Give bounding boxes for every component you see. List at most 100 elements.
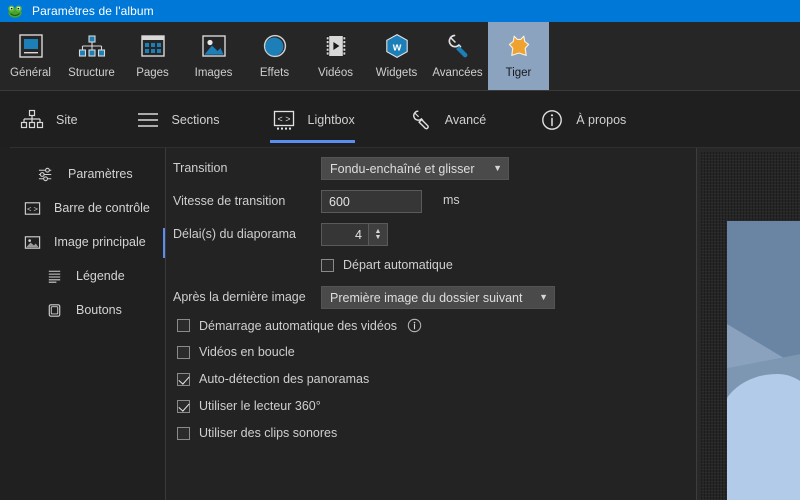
hamburger-icon — [134, 108, 162, 132]
sliders-icon — [33, 165, 59, 184]
ribbon-label: Général — [10, 67, 51, 79]
slideshow-delay-value: 4 — [355, 227, 362, 242]
preview-image — [727, 221, 800, 500]
sound-clips-label: Utiliser des clips sonores — [199, 426, 338, 440]
ribbon-item-tiger[interactable]: Tiger — [488, 22, 549, 90]
after-last-image-value: Première image du dossier suivant — [330, 290, 523, 305]
ribbon-item-images[interactable]: Images — [183, 22, 244, 90]
ribbon-label: Vidéos — [318, 67, 353, 79]
tab-sections[interactable]: Sections — [134, 91, 234, 148]
preview-canvas — [701, 152, 800, 500]
ribbon-label: Pages — [136, 67, 169, 79]
tab-avance[interactable]: Avancé — [407, 91, 500, 148]
preview-foreground — [727, 374, 800, 500]
ribbon-item-structure[interactable]: Structure — [61, 22, 122, 90]
sidebar-item-parametres[interactable]: Paramètres — [0, 157, 165, 191]
transition-speed-unit: ms — [443, 193, 460, 207]
video-autostart-checkbox[interactable] — [177, 319, 190, 332]
album-settings-window: Paramètres de l'album Général Structure … — [0, 0, 800, 500]
svg-text:< >: < > — [277, 114, 290, 124]
tab-label: Site — [56, 112, 78, 127]
grid-icon — [138, 29, 168, 63]
sitemap-icon — [18, 108, 46, 132]
ribbon-item-pages[interactable]: Pages — [122, 22, 183, 90]
code-box-icon: < > — [19, 199, 45, 218]
lines-icon — [41, 267, 67, 286]
panorama-autodetect-checkbox[interactable] — [177, 372, 190, 386]
chevron-down-icon: ▼ — [493, 163, 502, 173]
player-360-checkbox-row[interactable]: Utiliser le lecteur 360° — [177, 399, 321, 413]
button-icon — [41, 301, 67, 320]
sub-tab-bar: Site Sections < > Lightbox Avancé À prop… — [0, 91, 800, 148]
slideshow-delay-stepper[interactable]: 4 ▲ ▼ — [321, 223, 388, 246]
sidebar-item-label: Boutons — [76, 303, 122, 317]
transition-select[interactable]: Fondu-enchaîné et glisser ▼ — [321, 157, 509, 180]
sidebar-item-legende[interactable]: Légende — [0, 259, 165, 293]
wrench-icon — [407, 108, 435, 132]
auto-start-checkbox-row[interactable]: Départ automatique — [321, 258, 453, 272]
player-360-checkbox[interactable] — [177, 399, 190, 413]
after-last-image-select[interactable]: Première image du dossier suivant ▼ — [321, 286, 555, 309]
tiger-skin-icon — [504, 29, 534, 63]
stepper-down-icon[interactable]: ▼ — [375, 234, 382, 241]
ribbon-item-videos[interactable]: Vidéos — [305, 22, 366, 90]
stepper-buttons[interactable]: ▲ ▼ — [368, 223, 388, 246]
frog-icon — [7, 3, 23, 19]
window-title: Paramètres de l'album — [32, 4, 154, 18]
widget-w-icon: w — [382, 29, 412, 63]
sidebar-item-image-principale[interactable]: Image principale — [0, 225, 167, 259]
slideshow-delay-value-box[interactable]: 4 — [321, 223, 368, 246]
settings-sidebar: Paramètres < > Barre de contrôle Image p… — [0, 148, 167, 500]
tab-a-propos[interactable]: À propos — [538, 91, 640, 148]
sidebar-item-label: Image principale — [54, 235, 146, 249]
video-loop-checkbox-row[interactable]: Vidéos en boucle — [177, 345, 295, 359]
sound-clips-checkbox[interactable] — [177, 426, 190, 440]
svg-text:w: w — [391, 42, 401, 54]
ribbon-label: Tiger — [505, 67, 532, 79]
circle-icon — [260, 29, 290, 63]
video-loop-checkbox[interactable] — [177, 345, 190, 359]
transition-label: Transition — [173, 161, 228, 175]
sidebar-item-barre-de-controle[interactable]: < > Barre de contrôle — [0, 191, 165, 225]
wrench-icon — [443, 29, 473, 63]
sitemap-icon — [77, 29, 107, 63]
panorama-autodetect-checkbox-row[interactable]: Auto-détection des panoramas — [177, 372, 369, 386]
ribbon-label: Widgets — [375, 67, 418, 79]
after-last-image-row: Après la dernière image — [173, 290, 306, 304]
sidebar-item-boutons[interactable]: Boutons — [0, 293, 165, 327]
transition-speed-input[interactable]: 600 — [321, 190, 422, 213]
tab-label: Sections — [171, 112, 220, 127]
ribbon-item-effets[interactable]: Effets — [244, 22, 305, 90]
lightbox-preview-panel — [696, 148, 800, 500]
tab-label: À propos — [576, 112, 627, 127]
transition-speed-label: Vitesse de transition — [173, 194, 286, 208]
video-autostart-checkbox-row[interactable]: Démarrage automatique des vidéos — [177, 318, 422, 333]
slideshow-delay-row: Délai(s) du diaporama — [173, 227, 296, 241]
tab-label: Avancé — [444, 112, 487, 127]
auto-start-label: Départ automatique — [343, 258, 453, 272]
tab-site[interactable]: Site — [18, 91, 92, 148]
player-360-label: Utiliser le lecteur 360° — [199, 399, 321, 413]
ribbon-label: Effets — [259, 67, 290, 79]
image-icon — [19, 233, 45, 252]
filmstrip-icon — [321, 29, 351, 63]
sound-clips-checkbox-row[interactable]: Utiliser des clips sonores — [177, 426, 337, 440]
video-loop-label: Vidéos en boucle — [199, 345, 295, 359]
tab-label: Lightbox — [307, 112, 355, 127]
monitor-icon — [16, 29, 46, 63]
info-icon — [538, 108, 566, 132]
ribbon-label: Structure — [68, 67, 115, 79]
main-ribbon: Général Structure Pages Images Effets Vi… — [0, 22, 800, 91]
tab-lightbox[interactable]: < > Lightbox — [269, 91, 369, 148]
panorama-autodetect-label: Auto-détection des panoramas — [199, 372, 370, 386]
ribbon-item-widgets[interactable]: w Widgets — [366, 22, 427, 90]
ribbon-item-avancees[interactable]: Avancées — [427, 22, 488, 90]
chevron-down-icon: ▼ — [539, 292, 548, 302]
info-icon[interactable] — [407, 318, 422, 333]
tab-underline — [269, 140, 355, 143]
slideshow-delay-label: Délai(s) du diaporama — [173, 227, 296, 241]
ribbon-item-general[interactable]: Général — [0, 22, 61, 90]
video-autostart-label: Démarrage automatique des vidéos — [199, 318, 398, 333]
code-box-icon: < > — [270, 108, 298, 132]
auto-start-checkbox[interactable] — [321, 258, 334, 272]
